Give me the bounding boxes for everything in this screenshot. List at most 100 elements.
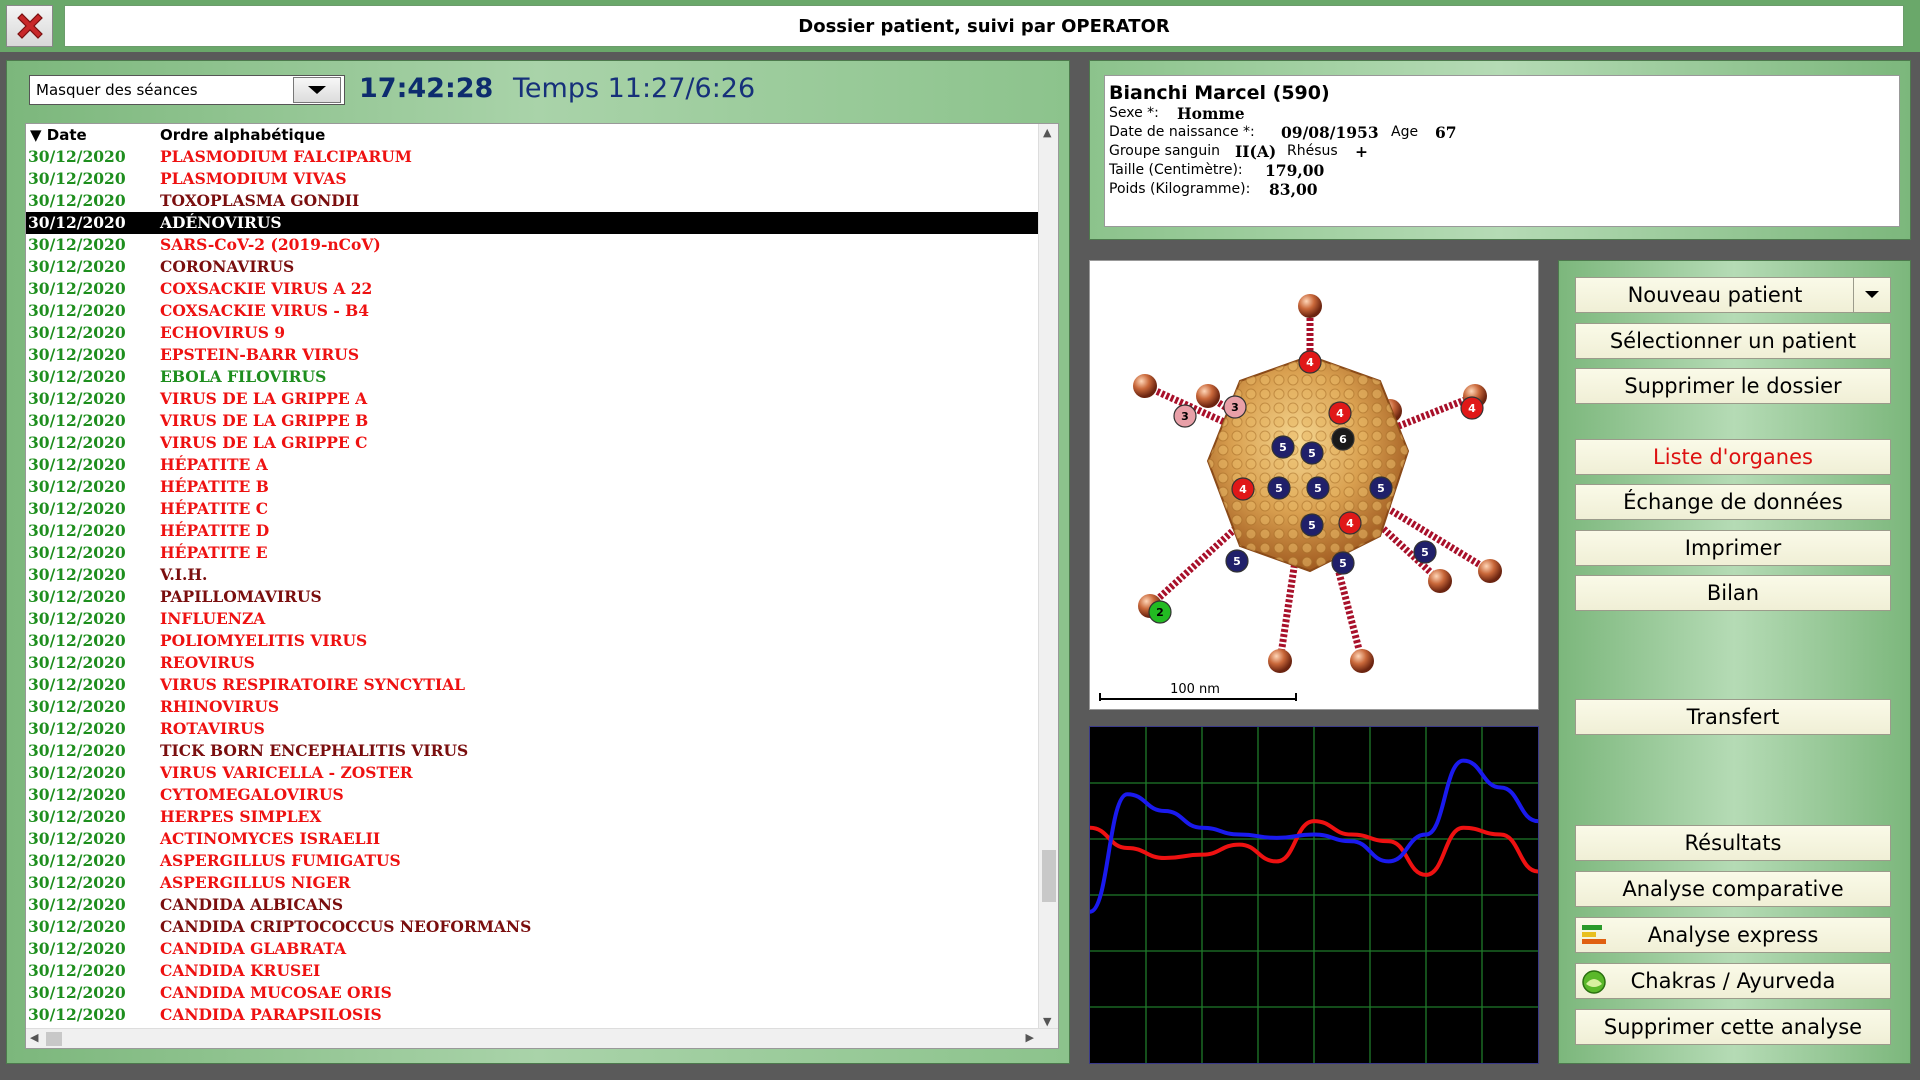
table-row[interactable]: 30/12/2020 CANDIDA ALBICANS xyxy=(26,894,1040,916)
table-row[interactable]: 30/12/2020 HÉPATITE C xyxy=(26,498,1040,520)
table-row[interactable]: 30/12/2020 RHINOVIRUS xyxy=(26,696,1040,718)
table-row[interactable]: 30/12/2020 ADÉNOVIRUS xyxy=(26,212,1040,234)
row-date: 30/12/2020 xyxy=(28,785,126,804)
table-row[interactable]: 30/12/2020 VIRUS RESPIRATOIRE SYNCYTIAL xyxy=(26,674,1040,696)
table-row[interactable]: 30/12/2020 ROTAVIRUS xyxy=(26,718,1040,740)
row-date: 30/12/2020 xyxy=(28,521,126,540)
row-date: 30/12/2020 xyxy=(28,675,126,694)
close-button[interactable] xyxy=(6,5,53,47)
table-row[interactable]: 30/12/2020 VIRUS VARICELLA - ZOSTER xyxy=(26,762,1040,784)
horizontal-scroll-thumb[interactable] xyxy=(46,1032,62,1046)
table-row[interactable]: 30/12/2020 VIRUS DE LA GRIPPE B xyxy=(26,410,1040,432)
row-date: 30/12/2020 xyxy=(28,609,126,628)
row-date: 30/12/2020 xyxy=(28,257,126,276)
row-name: ASPERGILLUS FUMIGATUS xyxy=(160,851,401,870)
virus-marker-label: 4 xyxy=(1239,483,1247,496)
table-row[interactable]: 30/12/2020 HÉPATITE A xyxy=(26,454,1040,476)
report-button[interactable]: Bilan xyxy=(1575,575,1891,611)
data-exchange-button[interactable]: Échange de données xyxy=(1575,484,1891,520)
patient-panel: Bianchi Marcel (590) Sexe *: Homme Date … xyxy=(1089,60,1911,240)
virus-marker-label: 2 xyxy=(1156,606,1164,619)
filter-dropdown-button[interactable] xyxy=(293,77,341,103)
table-row[interactable]: 30/12/2020 PLASMODIUM VIVAS xyxy=(26,168,1040,190)
results-button[interactable]: Résultats xyxy=(1575,825,1891,861)
table-row[interactable]: 30/12/2020 REOVIRUS xyxy=(26,652,1040,674)
vertical-scroll-thumb[interactable] xyxy=(1042,850,1056,902)
table-row[interactable]: 30/12/2020 ECHOVIRUS 9 xyxy=(26,322,1040,344)
table-row[interactable]: 30/12/2020 POLIOMYELITIS VIRUS xyxy=(26,630,1040,652)
spike-knob xyxy=(1268,649,1292,673)
table-row[interactable]: 30/12/2020 CYTOMEGALOVIRUS xyxy=(26,784,1040,806)
row-name: HÉPATITE B xyxy=(160,477,269,496)
row-date: 30/12/2020 xyxy=(28,829,126,848)
table-row[interactable]: 30/12/2020 PAPILLOMAVIRUS xyxy=(26,586,1040,608)
virus-marker-label: 4 xyxy=(1306,356,1314,369)
table-row[interactable]: 30/12/2020 ASPERGILLUS NIGER xyxy=(26,872,1040,894)
table-row[interactable]: 30/12/2020 TICK BORN ENCEPHALITIS VIRUS xyxy=(26,740,1040,762)
virus-marker-label: 5 xyxy=(1233,555,1241,568)
session-list[interactable]: ▼ Date Ordre alphabétique 30/12/2020 PLAS… xyxy=(25,123,1059,1049)
row-name: COXSACKIE VIRUS A 22 xyxy=(160,279,373,298)
row-name: TOXOPLASMA GONDII xyxy=(160,191,360,210)
table-row[interactable]: 30/12/2020 CANDIDA MUCOSAE ORIS xyxy=(26,982,1040,1004)
table-row[interactable]: 30/12/2020 CANDIDA CRIPTOCOCCUS NEOFORMAN… xyxy=(26,916,1040,938)
table-row[interactable]: 30/12/2020 EBOLA FILOVIRUS xyxy=(26,366,1040,388)
table-row[interactable]: 30/12/2020 V.I.H. xyxy=(26,564,1040,586)
scroll-right-icon[interactable]: ▶ xyxy=(1026,1031,1034,1044)
express-analysis-label: Analyse express xyxy=(1647,923,1819,947)
table-row[interactable]: 30/12/2020 VIRUS DE LA GRIPPE A xyxy=(26,388,1040,410)
scroll-left-icon[interactable]: ◀ xyxy=(30,1031,38,1044)
row-date: 30/12/2020 xyxy=(28,895,126,914)
clock: 17:42:28 xyxy=(359,73,494,104)
row-name: CANDIDA KRUSEI xyxy=(160,961,321,980)
row-name: EPSTEIN-BARR VIRUS xyxy=(160,345,360,364)
select-patient-button[interactable]: Sélectionner un patient xyxy=(1575,323,1891,359)
table-row[interactable]: 30/12/2020 COXSACKIE VIRUS - B4 xyxy=(26,300,1040,322)
table-row[interactable]: 30/12/2020 CANDIDA KRUSEI xyxy=(26,960,1040,982)
comparative-analysis-button[interactable]: Analyse comparative xyxy=(1575,871,1891,907)
table-row[interactable]: 30/12/2020 SARS-CoV-2 (2019-nCoV) xyxy=(26,234,1040,256)
action-panel: Nouveau patient Sélectionner un patient … xyxy=(1558,260,1911,1064)
table-row[interactable]: 30/12/2020 VIRUS DE LA GRIPPE C xyxy=(26,432,1040,454)
new-patient-dropdown-button[interactable] xyxy=(1853,277,1891,313)
scroll-up-icon[interactable]: ▲ xyxy=(1043,126,1051,139)
row-date: 30/12/2020 xyxy=(28,433,126,452)
row-date: 30/12/2020 xyxy=(28,345,126,364)
table-row[interactable]: 30/12/2020 INFLUENZA xyxy=(26,608,1040,630)
chakras-button[interactable]: Chakras / Ayurveda xyxy=(1575,963,1891,999)
table-row[interactable]: 30/12/2020 PLASMODIUM FALCIPARUM xyxy=(26,146,1040,168)
table-row[interactable]: 30/12/2020 CORONAVIRUS xyxy=(26,256,1040,278)
column-header-date[interactable]: ▼ Date xyxy=(30,126,87,144)
row-date: 30/12/2020 xyxy=(28,653,126,672)
row-name: CANDIDA GLABRATA xyxy=(160,939,347,958)
delete-analysis-button[interactable]: Supprimer cette analyse xyxy=(1575,1009,1891,1045)
scroll-down-icon[interactable]: ▼ xyxy=(1043,1015,1051,1028)
table-row[interactable]: 30/12/2020 ACTINOMYCES ISRAELII xyxy=(26,828,1040,850)
row-date: 30/12/2020 xyxy=(28,917,126,936)
table-row[interactable]: 30/12/2020 HERPES SIMPLEX xyxy=(26,806,1040,828)
table-row[interactable]: 30/12/2020 EPSTEIN-BARR VIRUS xyxy=(26,344,1040,366)
new-patient-button[interactable]: Nouveau patient xyxy=(1575,277,1855,313)
vertical-scrollbar[interactable]: ▲ ▼ xyxy=(1038,124,1058,1030)
virus-marker-label: 5 xyxy=(1308,447,1316,460)
dob-value: 09/08/1953 xyxy=(1281,123,1379,142)
table-row[interactable]: 30/12/2020 CANDIDA GLABRATA xyxy=(26,938,1040,960)
express-analysis-button[interactable]: Analyse express xyxy=(1575,917,1891,953)
chevron-down-icon xyxy=(1865,291,1879,298)
organ-list-button[interactable]: Liste d'organes xyxy=(1575,439,1891,475)
print-button[interactable]: Imprimer xyxy=(1575,530,1891,566)
table-row[interactable]: 30/12/2020 COXSACKIE VIRUS A 22 xyxy=(26,278,1040,300)
table-row[interactable]: 30/12/2020 HÉPATITE B xyxy=(26,476,1040,498)
window-title: Dossier patient, suivi par OPERATOR xyxy=(64,5,1904,47)
virus-marker-label: 5 xyxy=(1308,519,1316,532)
table-row[interactable]: 30/12/2020 ASPERGILLUS FUMIGATUS xyxy=(26,850,1040,872)
table-row[interactable]: 30/12/2020 HÉPATITE D xyxy=(26,520,1040,542)
transfer-button[interactable]: Transfert xyxy=(1575,699,1891,735)
column-header-name[interactable]: Ordre alphabétique xyxy=(160,126,325,144)
row-date: 30/12/2020 xyxy=(28,807,126,826)
table-row[interactable]: 30/12/2020 HÉPATITE E xyxy=(26,542,1040,564)
horizontal-scrollbar[interactable]: ◀ ▶ xyxy=(26,1028,1058,1048)
delete-record-button[interactable]: Supprimer le dossier xyxy=(1575,368,1891,404)
table-row[interactable]: 30/12/2020 TOXOPLASMA GONDII xyxy=(26,190,1040,212)
table-row[interactable]: 30/12/2020 CANDIDA PARAPSILOSIS xyxy=(26,1004,1040,1026)
